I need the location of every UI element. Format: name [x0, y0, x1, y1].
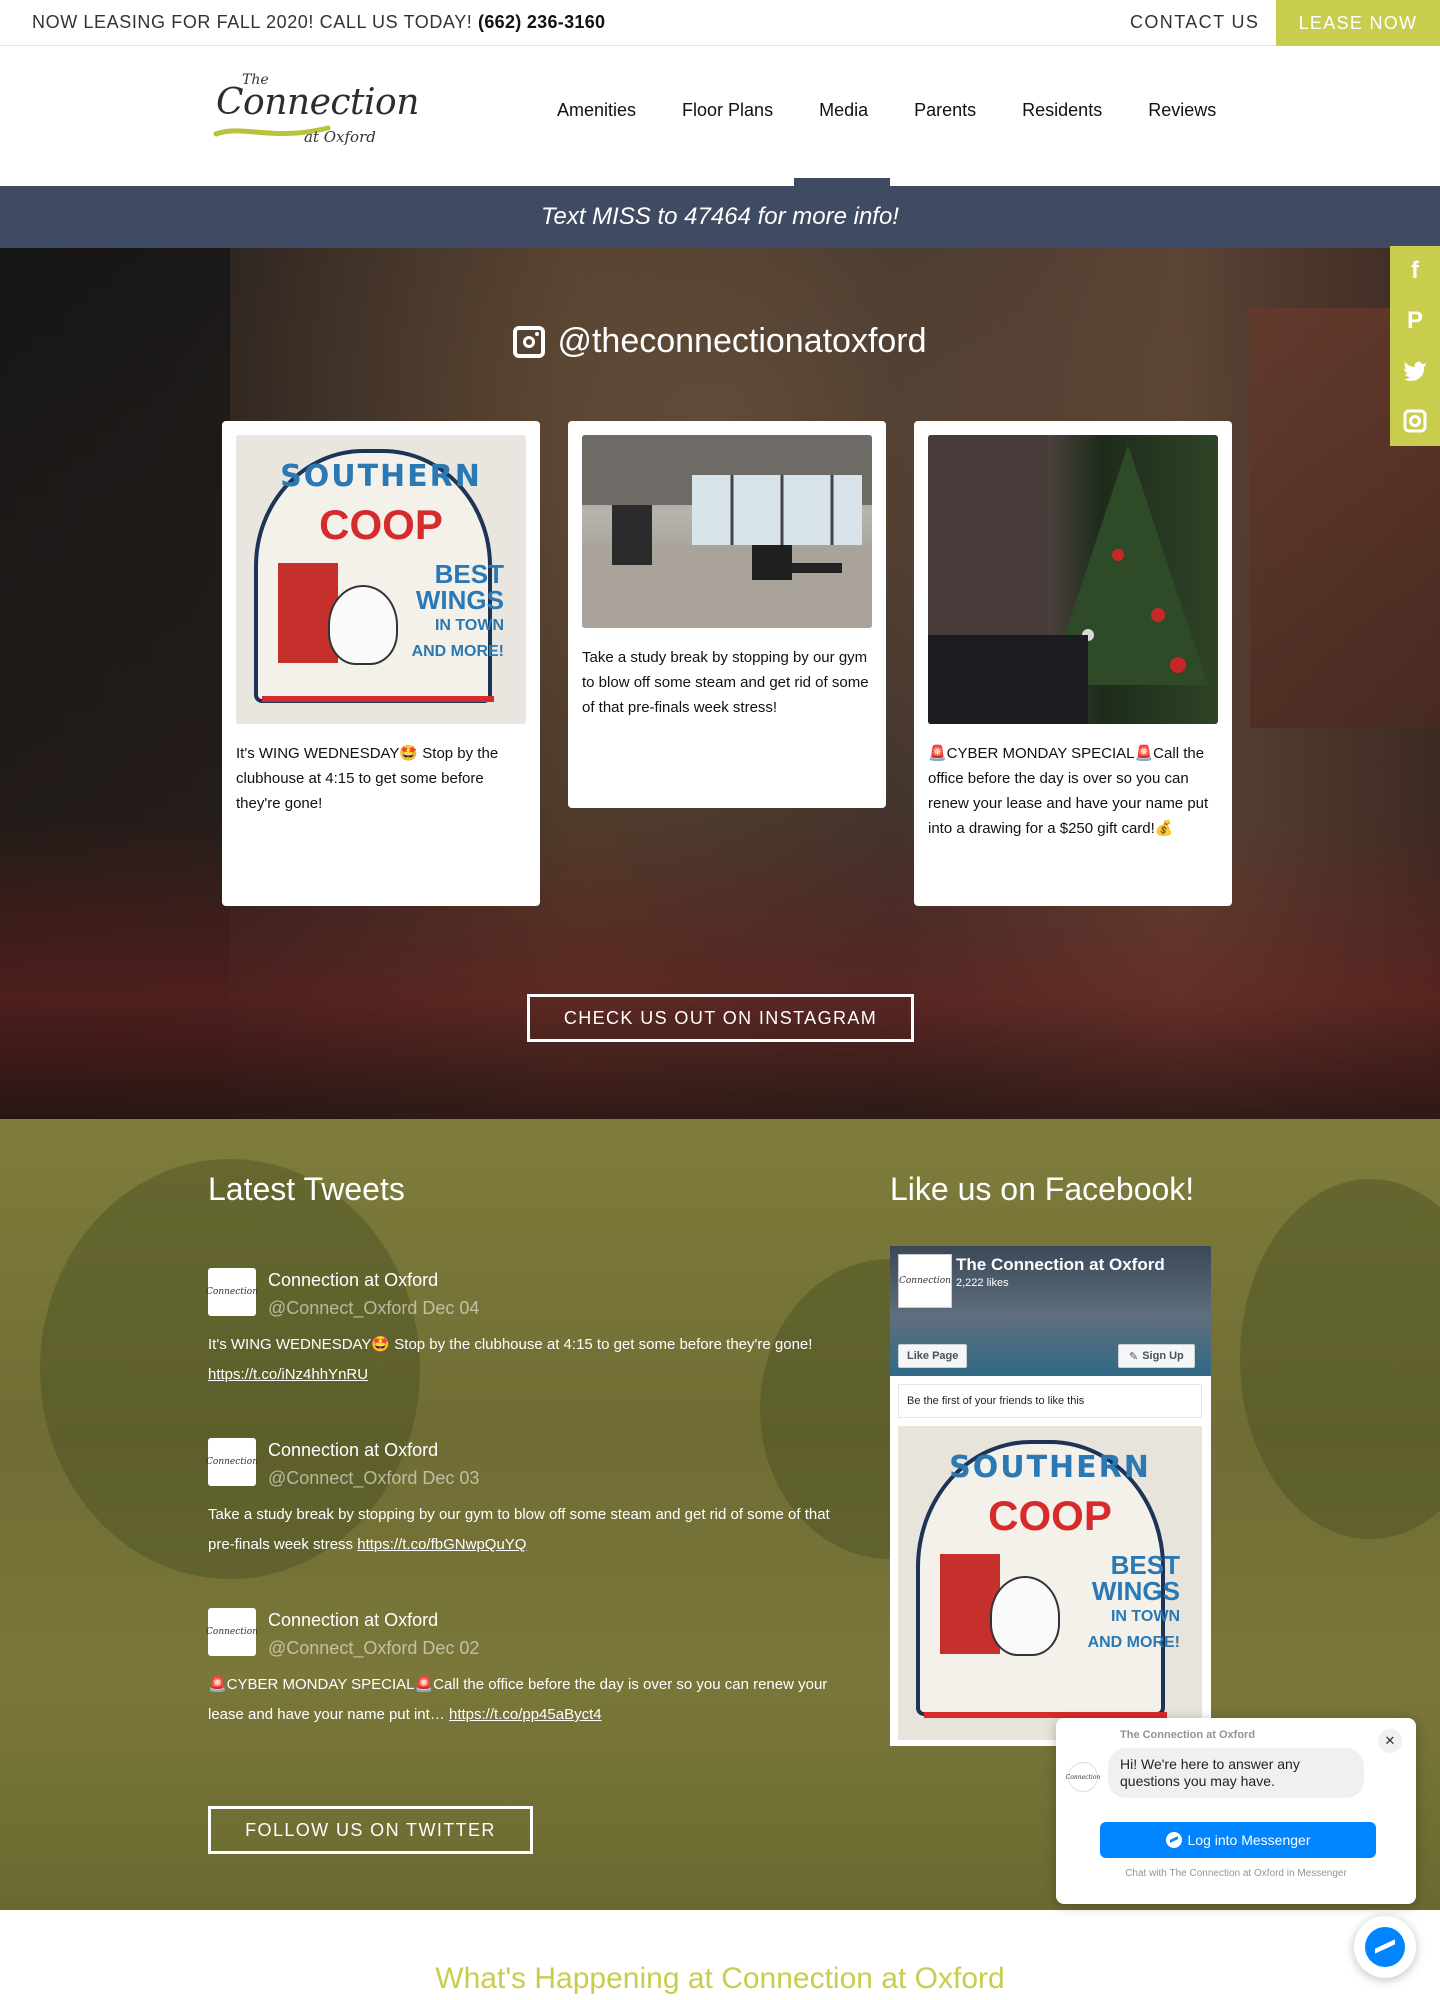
contact-us-link[interactable]: CONTACT US: [1130, 12, 1259, 33]
tweet-link[interactable]: https://t.co/fbGNwpQuYQ: [357, 1536, 526, 1553]
sign-middle-text: COOP: [988, 1492, 1112, 1539]
nav-residents[interactable]: Residents: [1022, 100, 1102, 121]
text-info: Text MISS to 47464 for more info!: [541, 203, 899, 230]
tweet-author[interactable]: Connection at Oxford: [268, 1270, 438, 1291]
nav-parents[interactable]: Parents: [914, 100, 976, 121]
logo-at: at Oxford: [304, 128, 376, 146]
facebook-cover[interactable]: Connection The Connection at Oxford 2,22…: [890, 1246, 1211, 1376]
messenger-icon: [1165, 1832, 1182, 1848]
twitter-icon[interactable]: [1390, 346, 1440, 396]
follow-twitter-button[interactable]: FOLLOW US ON TWITTER: [208, 1806, 533, 1854]
facebook-page-thumbnail[interactable]: Connection: [898, 1254, 952, 1308]
main-nav: Amenities Floor Plans Media Parents Resi…: [557, 100, 1262, 121]
nav-media[interactable]: Media: [819, 100, 868, 121]
rooster-icon: [990, 1576, 1060, 1656]
nav-active-indicator: [794, 178, 890, 186]
instagram-handle-text: @theconnectionatoxford: [557, 322, 927, 360]
like-label: Like Page: [907, 1350, 959, 1362]
lease-now-button[interactable]: LEASE NOW: [1276, 0, 1440, 46]
leasing-promo: NOW LEASING FOR FALL 2020! CALL US TODAY…: [32, 12, 605, 33]
tweet-avatar[interactable]: Connection: [206, 1268, 258, 1316]
instagram-post[interactable]: SOUTHERN COOP BEST WINGS IN TOWN AND MOR…: [222, 421, 540, 906]
instagram-icon: [513, 325, 546, 358]
gym-photo-art: [582, 435, 872, 628]
chat-message: Hi! We're here to answer any questions y…: [1108, 1748, 1364, 1798]
promo-text: NOW LEASING FOR FALL 2020! CALL US TODAY…: [32, 12, 473, 32]
instagram-icon[interactable]: [1390, 396, 1440, 446]
tweet-meta: @Connect_Oxford Dec 03: [268, 1468, 480, 1488]
facebook-friends-text: Be the first of your friends to like thi…: [898, 1384, 1202, 1418]
social-rail: f P: [1390, 246, 1440, 446]
text-info-banner: Text MISS to 47464 for more info!: [0, 186, 1440, 248]
nav-amenities[interactable]: Amenities: [557, 100, 636, 121]
post-caption: Take a study break by stopping by our gy…: [582, 649, 869, 716]
rooster-icon: [328, 585, 398, 665]
instagram-handle[interactable]: @theconnectionatoxford: [0, 322, 1440, 361]
tweet-author[interactable]: Connection at Oxford: [268, 1610, 438, 1631]
tweet-link[interactable]: https://t.co/pp45aByct4: [449, 1706, 602, 1723]
instagram-post[interactable]: Take a study break by stopping by our gy…: [568, 421, 886, 808]
signup-label: Sign Up: [1142, 1350, 1184, 1362]
facebook-post-image[interactable]: SOUTHERN COOP BEST WINGS IN TOWN AND MOR…: [898, 1426, 1202, 1740]
chat-page-name: The Connection at Oxford: [1120, 1729, 1256, 1741]
sign-middle-text: COOP: [319, 501, 443, 548]
instagram-post[interactable]: 🚨CYBER MONDAY SPECIAL🚨Call the office be…: [914, 421, 1232, 906]
facebook-likes: 2,222 likes: [956, 1277, 1009, 1289]
pinterest-icon[interactable]: P: [1390, 296, 1440, 346]
tweet-meta: @Connect_Oxford Dec 02: [268, 1638, 480, 1658]
post-caption: 🚨CYBER MONDAY SPECIAL🚨Call the office be…: [928, 745, 1209, 837]
sign-top-text: SOUTHERN: [280, 459, 482, 494]
tweet-meta: @Connect_Oxford Dec 04: [268, 1298, 480, 1318]
instagram-button[interactable]: CHECK US OUT ON INSTAGRAM: [527, 994, 914, 1042]
tweet-author[interactable]: Connection at Oxford: [268, 1440, 438, 1461]
close-icon[interactable]: ✕: [1378, 1729, 1402, 1753]
messenger-icon: [1365, 1927, 1405, 1967]
tweet-avatar[interactable]: Connection: [206, 1438, 258, 1486]
facebook-signup-button[interactable]: ✎ Sign Up: [1118, 1344, 1195, 1368]
top-bar: NOW LEASING FOR FALL 2020! CALL US TODAY…: [0, 0, 1440, 46]
southern-coop-sign: SOUTHERN COOP BEST WINGS IN TOWN AND MOR…: [236, 435, 526, 724]
sign-side-text: BEST WINGS IN TOWN AND MORE!: [411, 559, 504, 660]
facebook-page-widget: Connection The Connection at Oxford 2,22…: [890, 1246, 1211, 1746]
whats-happening-heading: What's Happening at Connection at Oxford: [435, 1962, 1005, 1995]
tweet-body: 🚨CYBER MONDAY SPECIAL🚨Call the office be…: [208, 1676, 828, 1723]
tweet-avatar[interactable]: Connection: [206, 1608, 258, 1656]
post-caption: It's WING WEDNESDAY🤩 Stop by the clubhou…: [236, 745, 499, 812]
chat-avatar: Connection: [1066, 1762, 1100, 1792]
facebook-like-button[interactable]: Like Page: [898, 1344, 968, 1368]
sign-side-text: BEST WINGS IN TOWN AND MORE!: [1087, 1550, 1180, 1651]
tweet-body: Take a study break by stopping by our gy…: [208, 1506, 830, 1553]
pencil-icon: ✎: [1129, 1350, 1139, 1363]
login-label: Log into Messenger: [1187, 1832, 1311, 1848]
facebook-page-name[interactable]: The Connection at Oxford: [956, 1255, 1165, 1275]
nav-floor-plans[interactable]: Floor Plans: [682, 100, 773, 121]
phone-number[interactable]: (662) 236-3160: [478, 12, 605, 32]
nav-reviews[interactable]: Reviews: [1148, 100, 1216, 121]
facebook-icon[interactable]: f: [1390, 246, 1440, 296]
tweet-body: It's WING WEDNESDAY🤩 Stop by the clubhou…: [208, 1336, 813, 1383]
post-photo-christmas-tree: [928, 435, 1218, 724]
chat-hint: Chat with The Connection at Oxford in Me…: [1125, 1868, 1347, 1879]
site-header: The Connection at Oxford Amenities Floor…: [0, 46, 1440, 186]
messenger-chat-popup: The Connection at Oxford ✕ Connection Hi…: [1056, 1718, 1416, 1904]
post-photo-gym: [582, 435, 872, 628]
logo-name: Connection: [216, 82, 419, 123]
southern-coop-sign: SOUTHERN COOP BEST WINGS IN TOWN AND MOR…: [898, 1426, 1202, 1740]
facebook-heading: Like us on Facebook!: [890, 1171, 1195, 1207]
site-logo[interactable]: The Connection at Oxford: [212, 72, 419, 162]
tweet-link[interactable]: https://t.co/iNz4hhYnRU: [208, 1366, 368, 1383]
post-photo-wing-sign: SOUTHERN COOP BEST WINGS IN TOWN AND MOR…: [236, 435, 526, 724]
christmas-tree-art: [928, 435, 1208, 724]
tweets-heading: Latest Tweets: [208, 1171, 405, 1207]
sign-top-text: SOUTHERN: [949, 1450, 1151, 1485]
messenger-login-button[interactable]: Log into Messenger: [1100, 1822, 1376, 1858]
instagram-section: @theconnectionatoxford SOUTHERN COOP BES…: [0, 248, 1440, 1119]
